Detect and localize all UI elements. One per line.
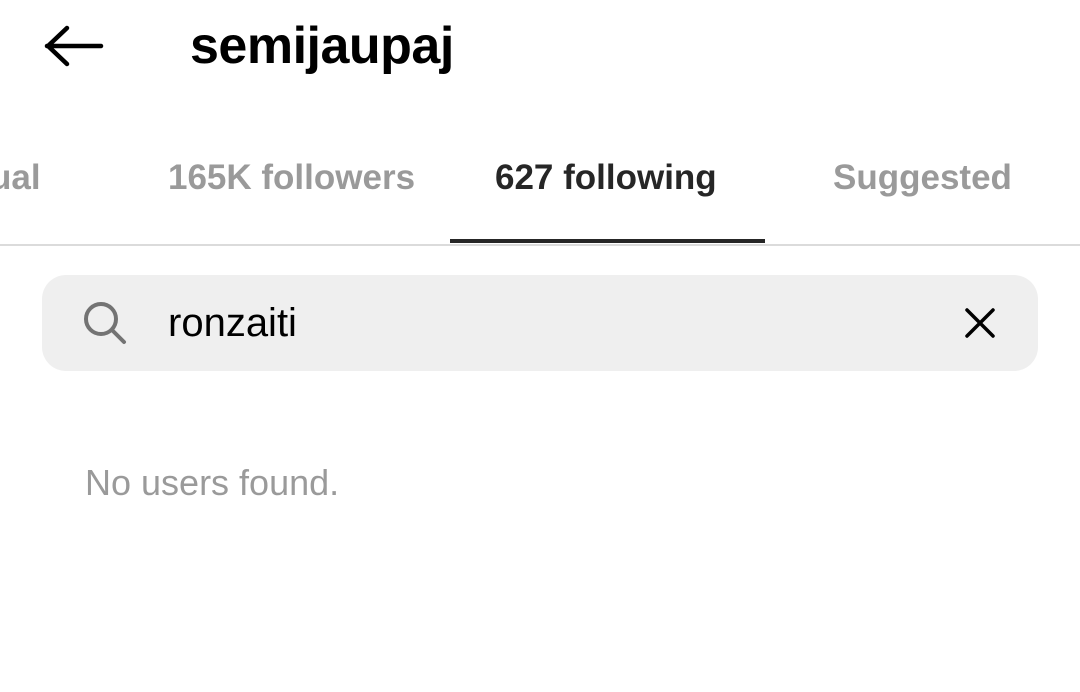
arrow-left-icon bbox=[44, 25, 104, 67]
tab-following[interactable]: 627 following bbox=[495, 158, 717, 198]
search-input[interactable] bbox=[168, 289, 928, 357]
page-title: semijaupaj bbox=[190, 17, 454, 75]
tab-suggested[interactable]: Suggested bbox=[833, 158, 1012, 198]
following-screen: semijaupaj ual 165K followers 627 follow… bbox=[0, 0, 1080, 692]
tab-mutual[interactable]: ual bbox=[0, 158, 41, 198]
search-icon bbox=[84, 302, 126, 344]
close-icon bbox=[965, 308, 995, 338]
empty-results-message: No users found. bbox=[85, 462, 340, 503]
tab-bar: ual 165K followers 627 following Suggest… bbox=[0, 120, 1080, 246]
tab-followers[interactable]: 165K followers bbox=[168, 158, 415, 198]
active-tab-indicator bbox=[450, 239, 765, 243]
clear-search-button[interactable] bbox=[956, 299, 1004, 347]
back-button[interactable] bbox=[40, 18, 108, 74]
